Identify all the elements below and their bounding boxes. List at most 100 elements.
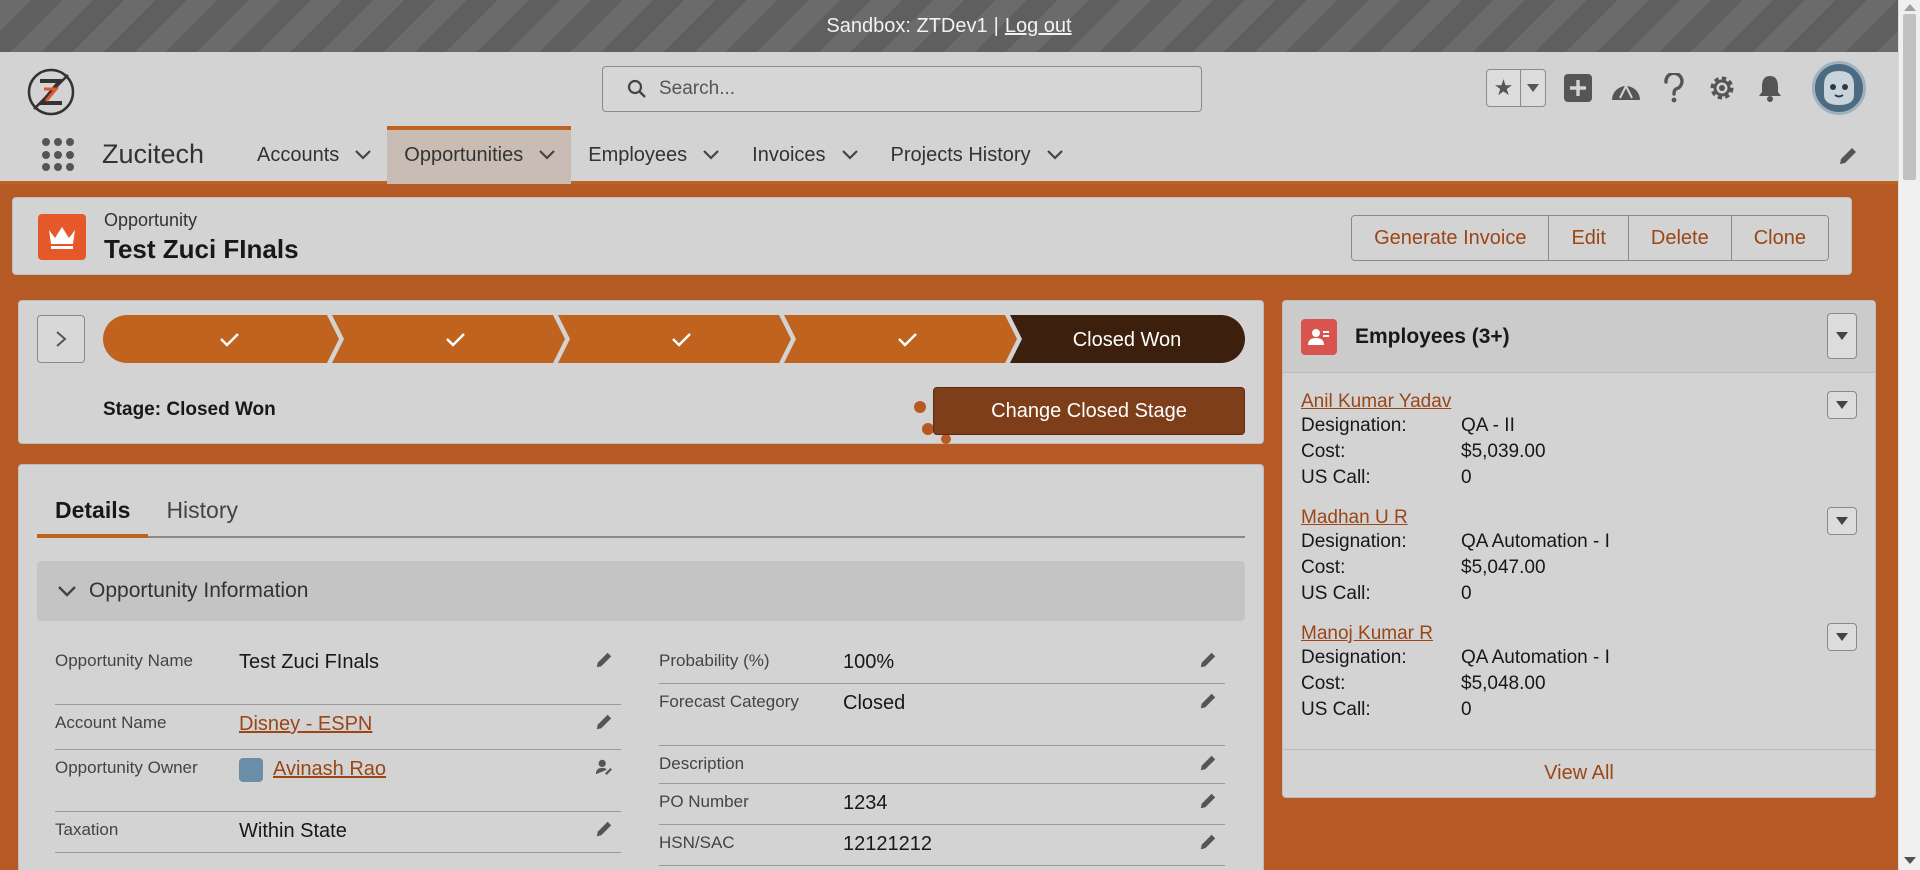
banner-separator: |: [993, 14, 999, 37]
chevron-down-icon[interactable]: [539, 150, 556, 160]
pencil-icon[interactable]: [1199, 651, 1217, 669]
pencil-icon[interactable]: [1199, 754, 1217, 772]
page-scrollbar[interactable]: [1898, 0, 1920, 870]
gear-icon[interactable]: [1706, 72, 1738, 104]
app-name: Zucitech: [102, 139, 205, 169]
employee-row: US Call: 0: [1301, 581, 1857, 607]
clone-button[interactable]: Clone: [1731, 216, 1828, 260]
help-icon[interactable]: [1658, 72, 1690, 104]
employee-link[interactable]: Manoj Kumar R: [1301, 623, 1433, 645]
caret-down-icon[interactable]: [1521, 70, 1545, 106]
cost-label: Cost:: [1301, 673, 1346, 694]
logout-link[interactable]: Log out: [1005, 15, 1072, 38]
field-value: Within State: [239, 820, 347, 842]
designation-value: QA Automation - I: [1461, 647, 1610, 668]
section-title: Opportunity Information: [89, 579, 309, 602]
details-card: Details History Opportunity Information …: [18, 464, 1264, 870]
caret-down-icon: [1836, 332, 1848, 340]
field-value: [843, 752, 1225, 777]
us-call-value: 0: [1461, 699, 1472, 720]
row-menu-button[interactable]: [1827, 507, 1857, 535]
pencil-icon[interactable]: [1838, 146, 1858, 171]
nav-item-employees[interactable]: Employees: [571, 126, 735, 184]
nav-item-accounts[interactable]: Accounts: [240, 126, 387, 184]
us-call-value: 0: [1461, 583, 1472, 604]
search-input[interactable]: [659, 78, 1179, 100]
employee-row: Cost: $5,048.00: [1301, 671, 1857, 697]
row-menu-button[interactable]: [1827, 391, 1857, 419]
field-value: 1234: [843, 792, 888, 814]
chevron-down-icon[interactable]: [841, 150, 858, 160]
chevron-right-icon[interactable]: [37, 315, 85, 363]
employee-row: Cost: $5,039.00: [1301, 439, 1857, 465]
list-item: Madhan U R Designation: QA Automation - I…: [1283, 489, 1875, 605]
star-icon[interactable]: ★: [1487, 70, 1521, 106]
chevron-down-icon[interactable]: [1046, 150, 1063, 160]
field-label: Forecast Category: [659, 692, 799, 711]
change-closed-stage-button[interactable]: Change Closed Stage: [933, 387, 1245, 435]
list-item: Anil Kumar Yadav Designation: QA - II Cos…: [1283, 373, 1875, 489]
tab-details[interactable]: Details: [37, 483, 149, 538]
row-menu-button[interactable]: [1827, 623, 1857, 651]
related-list-header: Employees (3+): [1283, 301, 1875, 373]
nav-item-projects-history[interactable]: Projects History: [874, 126, 1079, 184]
delete-button[interactable]: Delete: [1628, 216, 1732, 260]
section-header[interactable]: Opportunity Information: [37, 561, 1245, 621]
pencil-icon[interactable]: [595, 820, 613, 838]
logo-icon[interactable]: [26, 67, 76, 117]
sandbox-label: Sandbox: ZTDev1: [826, 14, 988, 37]
field-probability: Probability (%) 100%: [659, 643, 1225, 684]
stage-info: Stage: Closed Won: [103, 399, 276, 420]
scroll-thumb[interactable]: [1903, 14, 1916, 180]
path-stages: Closed Won: [103, 315, 1245, 363]
cost-value: $5,039.00: [1461, 441, 1546, 462]
account-link[interactable]: Disney - ESPN: [239, 713, 372, 735]
fields-left: Opportunity Name Test Zuci FInals Accoun…: [55, 643, 621, 853]
avatar: [239, 757, 263, 782]
bell-icon[interactable]: [1754, 72, 1786, 104]
chevron-down-icon[interactable]: [355, 150, 372, 160]
chevron-down-icon[interactable]: [703, 150, 719, 160]
field-description: Description: [659, 746, 1225, 784]
field-label: HSN/SAC: [659, 833, 735, 852]
employee-row: US Call: 0: [1301, 465, 1857, 491]
favorites-group: ★: [1486, 69, 1546, 107]
add-icon[interactable]: [1562, 72, 1594, 104]
pencil-icon[interactable]: [1199, 692, 1217, 710]
search-icon: [627, 79, 646, 98]
sandbox-banner: Sandbox: ZTDev1 | Log out: [0, 0, 1898, 52]
pencil-icon[interactable]: [1199, 792, 1217, 810]
app-launcher-icon[interactable]: [42, 138, 76, 172]
owner-link[interactable]: Avinash Rao: [273, 758, 386, 780]
current-stage-label: Closed Won: [1073, 329, 1182, 351]
employee-link[interactable]: Anil Kumar Yadav: [1301, 391, 1451, 413]
field-value: Test Zuci FInals: [239, 651, 380, 673]
tab-history[interactable]: History: [148, 483, 256, 536]
nav-item-invoices[interactable]: Invoices: [735, 126, 873, 184]
employee-link[interactable]: Madhan U R: [1301, 507, 1408, 529]
edit-button[interactable]: Edit: [1549, 216, 1629, 260]
employee-row: US Call: 0: [1301, 697, 1857, 723]
designation-label: Designation:: [1301, 415, 1407, 436]
employee-row: Designation: QA Automation - I: [1301, 529, 1857, 555]
view-all-link[interactable]: View All: [1283, 749, 1875, 797]
pencil-icon[interactable]: [1199, 833, 1217, 851]
pencil-icon[interactable]: [595, 651, 613, 669]
field-value: 12121212: [843, 833, 932, 855]
generate-invoice-button[interactable]: Generate Invoice: [1352, 216, 1550, 260]
cost-label: Cost:: [1301, 441, 1346, 462]
field-value: Avinash Rao: [239, 756, 621, 805]
avatar-icon[interactable]: [1812, 61, 1866, 115]
employee-row: Designation: QA - II: [1301, 413, 1857, 439]
change-owner-icon[interactable]: [595, 758, 613, 776]
pencil-icon[interactable]: [595, 713, 613, 731]
nav-item-label: Accounts: [257, 143, 340, 166]
search-box[interactable]: [602, 66, 1202, 112]
crown-icon: [38, 214, 86, 260]
related-list-menu-button[interactable]: [1827, 313, 1857, 359]
scroll-down-arrow-icon[interactable]: [1904, 857, 1916, 864]
nav-item-opportunities[interactable]: Opportunities: [387, 126, 572, 184]
field-label: Account Name: [55, 713, 167, 732]
trailhead-icon[interactable]: [1610, 72, 1642, 104]
scroll-up-arrow-icon[interactable]: [1904, 4, 1916, 11]
